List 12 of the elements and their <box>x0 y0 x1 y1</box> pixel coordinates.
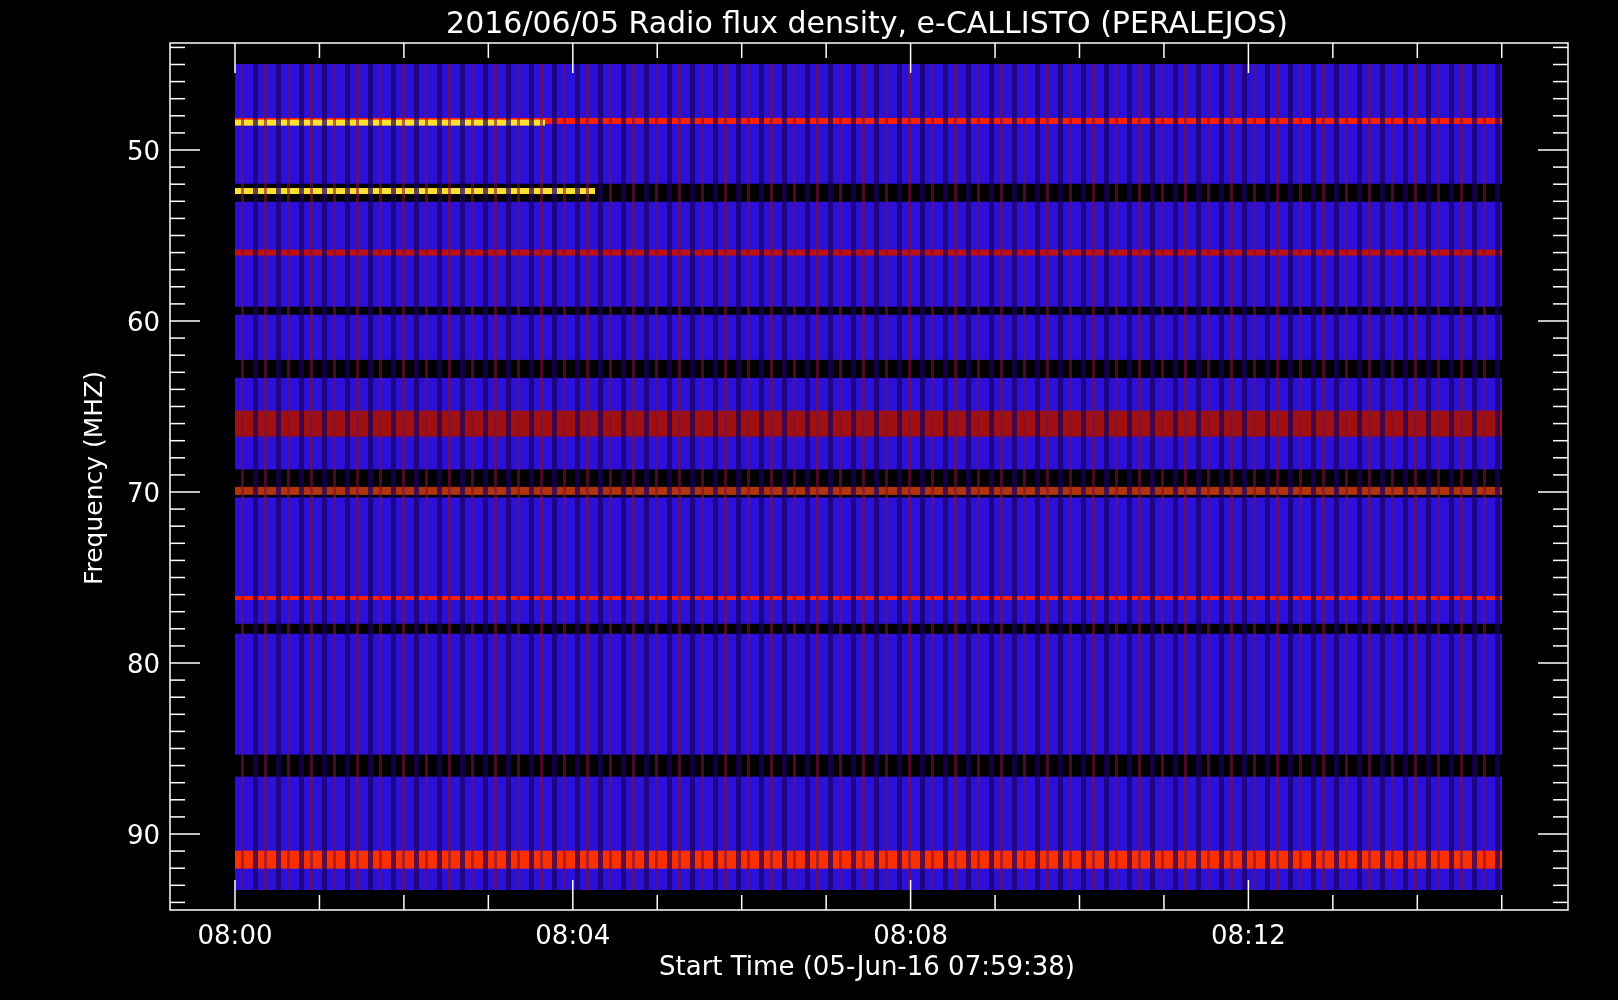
x-axis-label: Start Time (05-Jun-16 07:59:38) <box>659 951 1075 981</box>
x-tick-label: 08:00 <box>197 920 273 950</box>
chart-title: 2016/06/05 Radio flux density, e-CALLISTO (PERALEJOS) <box>446 5 1288 40</box>
y-tick-label: 70 <box>126 478 160 508</box>
x-tick-label: 08:08 <box>873 920 949 950</box>
x-tick-label: 08:12 <box>1210 920 1286 950</box>
y-tick-label: 90 <box>126 820 160 850</box>
y-tick-label: 60 <box>126 307 160 337</box>
y-tick-label: 50 <box>126 136 160 166</box>
x-tick-label: 08:04 <box>535 920 611 950</box>
y-axis-label: Frequency (MHZ) <box>79 370 108 586</box>
y-tick-label: 80 <box>126 649 160 679</box>
